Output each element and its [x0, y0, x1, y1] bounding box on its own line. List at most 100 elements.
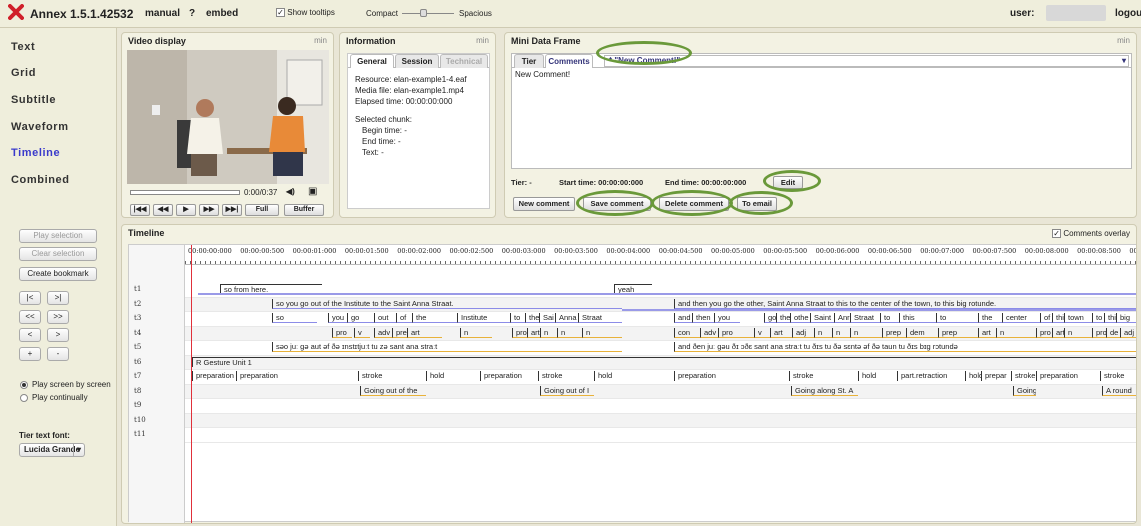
annotation[interactable]: stroke	[789, 371, 858, 381]
annotation[interactable]: n	[582, 327, 622, 338]
play-selection-button[interactable]: Play selection	[19, 229, 97, 243]
video-play-button[interactable]: ▶	[176, 204, 196, 216]
help-link[interactable]: ?	[189, 8, 195, 19]
annotation[interactable]: of	[396, 313, 412, 323]
annotation[interactable]: to	[1092, 313, 1104, 323]
tier-row[interactable]	[185, 283, 1136, 298]
tier-row[interactable]	[185, 399, 1136, 414]
logout-link[interactable]: logout	[1115, 8, 1141, 19]
info-minimize[interactable]: min	[476, 36, 489, 45]
video-rewind-button[interactable]: ◀◀	[153, 204, 173, 216]
annotation[interactable]: the	[776, 313, 790, 323]
annotation[interactable]: preparation	[480, 371, 538, 381]
annotation[interactable]: Institute	[457, 313, 510, 323]
annotation[interactable]: stroke	[1100, 371, 1136, 381]
annotation[interactable]: and	[674, 313, 692, 323]
annotation[interactable]: preparation	[674, 371, 789, 381]
to-email-button[interactable]: To email	[737, 197, 777, 211]
annotation[interactable]: A round	[1102, 385, 1136, 396]
annotation[interactable]: hold	[426, 371, 480, 381]
annotation[interactable]: Going out of I	[540, 385, 594, 396]
annotation[interactable]: R Gesture Unit 1	[192, 356, 1136, 367]
annotation[interactable]: pro	[1036, 327, 1052, 338]
annotation[interactable]: this	[899, 313, 936, 323]
tab-general[interactable]: General	[350, 54, 394, 68]
annotation[interactable]: you	[328, 313, 347, 323]
comments-overlay-toggle[interactable]: ✓ Comments overlay	[1052, 229, 1130, 239]
annotation[interactable]: Going along St. A	[791, 385, 858, 396]
tier-font-select[interactable]: Lucida Grande ▾	[19, 443, 85, 457]
new-comment-button[interactable]: New comment	[513, 197, 575, 211]
annotation[interactable]: stroke	[1011, 371, 1036, 381]
video-full-button[interactable]: Full	[245, 204, 279, 216]
annotation[interactable]: n	[1064, 327, 1092, 338]
annotation[interactable]: art	[770, 327, 792, 338]
annotation[interactable]: Straat	[578, 313, 622, 323]
annotation[interactable]: v	[754, 327, 770, 338]
annotation[interactable]: and then you go the other, Saint Anna St…	[674, 298, 1136, 309]
annotation[interactable]: art	[527, 327, 540, 338]
nav-text[interactable]: Text	[11, 41, 35, 53]
mdf-minimize[interactable]: min	[1117, 36, 1130, 45]
nav-grid[interactable]: Grid	[11, 67, 36, 79]
annotation[interactable]: n	[557, 327, 582, 338]
comment-textarea[interactable]: New Comment!	[512, 68, 1131, 81]
annotation[interactable]: part.retraction	[897, 371, 965, 381]
annotation[interactable]: Straat	[850, 313, 880, 323]
video-start-button[interactable]: |◀◀	[130, 204, 150, 216]
comments-overlay-checkbox[interactable]: ✓	[1052, 229, 1062, 239]
video-progress-bar[interactable]	[130, 190, 240, 195]
video-frame[interactable]	[127, 50, 329, 184]
annotation[interactable]: thi	[1052, 313, 1064, 323]
timeline-area[interactable]: 00:00:00:000 00:00:00:500 00:00:01:000 00:0…	[128, 244, 1136, 523]
tier-row[interactable]	[185, 413, 1136, 428]
annotation[interactable]: hold	[594, 371, 674, 381]
annotation[interactable]: to	[880, 313, 899, 323]
annotation[interactable]: prep	[882, 327, 906, 338]
annotation[interactable]: out	[374, 313, 396, 323]
annotation[interactable]: prep	[392, 327, 407, 338]
annotation[interactable]: hold	[965, 371, 981, 381]
annotation[interactable]: Anr	[834, 313, 850, 323]
annotation[interactable]: pro	[1092, 327, 1106, 338]
annotation[interactable]: art	[1052, 327, 1064, 338]
annotation[interactable]: Anna	[555, 313, 578, 323]
save-comment-button[interactable]: Save comment	[583, 197, 651, 211]
annotation[interactable]: Saint	[810, 313, 834, 323]
annotation[interactable]: pro	[512, 327, 527, 338]
nav-timeline[interactable]: Timeline	[11, 147, 60, 159]
delete-comment-button[interactable]: Delete comment	[659, 197, 729, 211]
annotation[interactable]: Going	[1013, 385, 1036, 396]
annotation[interactable]: go	[764, 313, 776, 323]
annotation[interactable]: center	[1002, 313, 1040, 323]
annotation[interactable]: the	[525, 313, 539, 323]
annotation[interactable]: n	[540, 327, 557, 338]
tooltips-checkbox[interactable]: ✓	[276, 8, 285, 18]
annotation[interactable]: adj	[1120, 327, 1136, 338]
annotation[interactable]: səo juː ɡə aut əf ðə ɪnstɪtjuːt tu zə sa…	[272, 342, 622, 352]
tier-row[interactable]	[185, 384, 1136, 399]
annotation[interactable]: n	[460, 327, 492, 338]
zoom-in-button[interactable]: +	[19, 347, 41, 361]
tooltips-toggle[interactable]: ✓ Show tooltips	[276, 8, 335, 18]
annotation[interactable]: to	[936, 313, 978, 323]
embed-link[interactable]: embed	[206, 8, 238, 19]
annotation[interactable]: preparation	[192, 371, 236, 381]
annotation[interactable]: othe	[790, 313, 810, 323]
annotation[interactable]: n	[814, 327, 832, 338]
annotation[interactable]: con	[674, 327, 700, 338]
nav-subtitle[interactable]: Subtitle	[11, 94, 56, 106]
jump-start-button[interactable]: |<	[19, 291, 41, 305]
annotation[interactable]: n	[850, 327, 882, 338]
comment-select[interactable]: * "New Comment!" ▾	[604, 55, 1129, 67]
fast-forward-button[interactable]: >>	[47, 310, 69, 324]
radio-play-continually[interactable]	[20, 394, 28, 402]
annotation[interactable]: n	[832, 327, 850, 338]
tab-comments[interactable]: Comments	[545, 54, 593, 68]
video-forward-button[interactable]: ▶▶	[199, 204, 219, 216]
annotation[interactable]: prepar	[981, 371, 1011, 381]
annotation[interactable]: Sai	[539, 313, 555, 323]
fullscreen-icon[interactable]: ▣	[308, 186, 317, 197]
manual-link[interactable]: manual	[145, 8, 180, 19]
annotation[interactable]: thi	[1104, 313, 1116, 323]
